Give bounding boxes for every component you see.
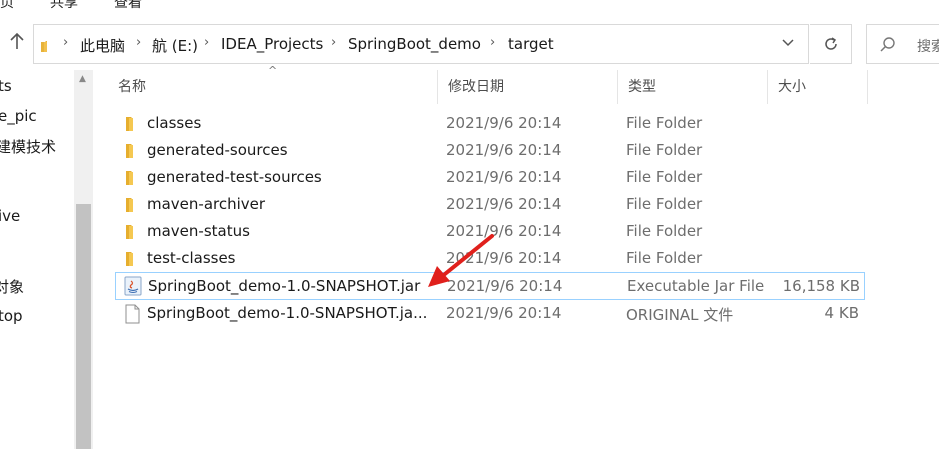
chevron-down-icon[interactable] bbox=[781, 37, 795, 51]
breadcrumb-separator[interactable]: › bbox=[331, 35, 336, 50]
nav-item[interactable]: top bbox=[0, 307, 23, 325]
scrollbar-thumb[interactable] bbox=[76, 204, 91, 449]
file-name: SpringBoot_demo-1.0-SNAPSHOT.ja... bbox=[147, 304, 428, 322]
file-type: File Folder bbox=[626, 114, 703, 132]
breadcrumb-idea-projects[interactable]: IDEA_Projects bbox=[221, 35, 323, 53]
nav-item[interactable]: ive bbox=[0, 207, 20, 225]
breadcrumb-separator[interactable]: › bbox=[204, 35, 209, 50]
folder-icon bbox=[123, 249, 141, 267]
file-name: test-classes bbox=[147, 249, 236, 267]
file-name: generated-sources bbox=[147, 141, 288, 159]
nav-item[interactable]: 建模技术 bbox=[0, 136, 56, 157]
file-row[interactable]: test-classes 2021/9/6 20:14 File Folder bbox=[114, 245, 864, 272]
file-name: maven-status bbox=[147, 222, 250, 240]
up-arrow-icon[interactable] bbox=[6, 32, 28, 56]
java-jar-icon bbox=[123, 276, 142, 296]
search-placeholder: 搜索 bbox=[917, 39, 939, 55]
refresh-button[interactable] bbox=[810, 24, 852, 64]
ribbon-tabs: 页 共享 查看 bbox=[0, 0, 939, 14]
file-date: 2021/9/6 20:14 bbox=[447, 277, 563, 295]
folder-icon bbox=[40, 38, 54, 57]
file-type: File Folder bbox=[626, 249, 703, 267]
file-name: classes bbox=[147, 114, 202, 132]
file-name: generated-test-sources bbox=[147, 168, 322, 186]
breadcrumb-this-pc[interactable]: 此电脑 bbox=[80, 35, 125, 56]
file-date: 2021/9/6 20:14 bbox=[446, 304, 562, 322]
nav-item[interactable]: ts bbox=[0, 77, 12, 95]
breadcrumb-separator[interactable]: › bbox=[136, 35, 141, 50]
file-size: 16,158 KB bbox=[782, 277, 860, 295]
breadcrumb-target[interactable]: target bbox=[508, 35, 554, 53]
file-row[interactable]: generated-sources 2021/9/6 20:14 File Fo… bbox=[114, 137, 864, 164]
file-row[interactable]: maven-archiver 2021/9/6 20:14 File Folde… bbox=[114, 191, 864, 218]
scroll-up-icon[interactable]: ▲ bbox=[79, 74, 86, 84]
search-icon bbox=[879, 35, 897, 57]
breadcrumb-separator[interactable]: › bbox=[490, 35, 495, 50]
file-type: File Folder bbox=[626, 141, 703, 159]
search-box[interactable]: 搜索 bbox=[866, 24, 939, 64]
nav-item[interactable]: e_pic bbox=[0, 107, 37, 125]
folder-icon bbox=[123, 114, 141, 132]
nav-scrollbar[interactable]: ▲ bbox=[74, 70, 93, 449]
blank-file-icon bbox=[123, 304, 141, 324]
file-type: Executable Jar File bbox=[627, 277, 765, 295]
file-row[interactable]: SpringBoot_demo-1.0-SNAPSHOT.ja... 2021/… bbox=[114, 300, 864, 327]
file-date: 2021/9/6 20:14 bbox=[446, 168, 562, 186]
refresh-icon bbox=[824, 37, 837, 50]
address-bar[interactable]: › 此电脑 › 航 (E:) › IDEA_Projects › SpringB… bbox=[33, 24, 809, 64]
folder-icon bbox=[123, 222, 141, 240]
ribbon-tab-share[interactable]: 共享 bbox=[50, 0, 78, 12]
file-date: 2021/9/6 20:14 bbox=[446, 141, 562, 159]
file-date: 2021/9/6 20:14 bbox=[446, 114, 562, 132]
ribbon-tab-home[interactable]: 页 bbox=[0, 0, 14, 12]
column-header-size[interactable]: 大小 bbox=[768, 70, 868, 104]
file-type: File Folder bbox=[626, 222, 703, 240]
column-header-name[interactable]: 名称 bbox=[108, 70, 438, 104]
folder-icon bbox=[123, 168, 141, 186]
file-row[interactable]: classes 2021/9/6 20:14 File Folder bbox=[114, 110, 864, 137]
file-type: File Folder bbox=[626, 195, 703, 213]
file-name: SpringBoot_demo-1.0-SNAPSHOT.jar bbox=[148, 277, 421, 295]
nav-item[interactable]: 对象 bbox=[0, 276, 24, 297]
breadcrumb-separator[interactable]: › bbox=[63, 35, 68, 50]
file-row-selected[interactable]: SpringBoot_demo-1.0-SNAPSHOT.jar 2021/9/… bbox=[115, 272, 865, 300]
address-row: › 此电脑 › 航 (E:) › IDEA_Projects › SpringB… bbox=[0, 22, 939, 66]
file-size: 4 KB bbox=[824, 304, 859, 322]
file-name: maven-archiver bbox=[147, 195, 266, 213]
ribbon-tab-view[interactable]: 查看 bbox=[114, 0, 142, 12]
breadcrumb-springboot-demo[interactable]: SpringBoot_demo bbox=[348, 35, 481, 53]
file-row[interactable]: maven-status 2021/9/6 20:14 File Folder bbox=[114, 218, 864, 245]
file-date: 2021/9/6 20:14 bbox=[446, 222, 562, 240]
file-type: ORIGINAL 文件 bbox=[626, 306, 734, 324]
file-date: 2021/9/6 20:14 bbox=[446, 249, 562, 267]
file-type: File Folder bbox=[626, 168, 703, 186]
folder-icon bbox=[123, 195, 141, 213]
column-header-date[interactable]: 修改日期 bbox=[438, 70, 618, 104]
column-header-row: ^ 名称 修改日期 类型 大小 bbox=[108, 64, 868, 104]
breadcrumb-drive[interactable]: 航 (E:) bbox=[152, 35, 198, 56]
column-header-type[interactable]: 类型 bbox=[618, 70, 768, 104]
folder-icon bbox=[123, 141, 141, 159]
file-row[interactable]: generated-test-sources 2021/9/6 20:14 Fi… bbox=[114, 164, 864, 191]
file-date: 2021/9/6 20:14 bbox=[446, 195, 562, 213]
navigation-pane: ts e_pic 建模技术 ive 对象 top bbox=[0, 70, 74, 449]
